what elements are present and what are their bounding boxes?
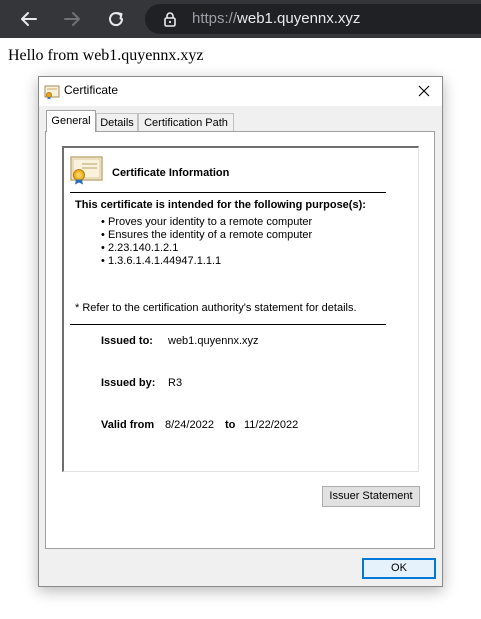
divider bbox=[70, 192, 386, 193]
purpose-item: 1.3.6.1.4.1.44947.1.1.1 bbox=[101, 255, 312, 268]
back-arrow-icon bbox=[21, 12, 37, 26]
issued-by-value: R3 bbox=[168, 377, 183, 389]
ok-button[interactable]: OK bbox=[362, 558, 436, 579]
certificate-icon bbox=[70, 156, 103, 185]
back-button[interactable] bbox=[16, 6, 42, 32]
purpose-list: Proves your identity to a remote compute… bbox=[101, 216, 312, 268]
certificate-info-frame: Certificate Information This certificate… bbox=[62, 146, 419, 472]
certificate-dialog: Certificate General Details Certificatio… bbox=[38, 76, 443, 587]
url-host: web1.quyennx.xyz bbox=[237, 10, 361, 27]
forward-arrow-icon bbox=[64, 12, 80, 26]
page-body-text: Hello from web1.quyennx.xyz bbox=[8, 47, 204, 64]
purpose-item: 2.23.140.1.2.1 bbox=[101, 242, 312, 255]
valid-from-label: Valid from bbox=[101, 419, 155, 431]
certificate-info-title: Certificate Information bbox=[112, 167, 230, 179]
tab-certification-path[interactable]: Certification Path bbox=[138, 113, 234, 132]
url-protocol: https:// bbox=[192, 10, 238, 27]
ca-statement-note: * Refer to the certification authority's… bbox=[75, 302, 357, 314]
address-bar[interactable]: https://web1.quyennx.xyz bbox=[145, 4, 481, 34]
certificate-icon bbox=[44, 85, 60, 100]
forward-button[interactable] bbox=[59, 6, 85, 32]
general-tab-panel: Certificate Information This certificate… bbox=[45, 131, 435, 549]
valid-to-label: to bbox=[225, 419, 236, 431]
purpose-heading: This certificate is intended for the fol… bbox=[75, 199, 366, 211]
dialog-title: Certificate bbox=[64, 83, 119, 97]
issuer-statement-button[interactable]: Issuer Statement bbox=[322, 486, 420, 507]
valid-to-value: 11/22/2022 bbox=[244, 419, 299, 431]
divider bbox=[70, 324, 386, 325]
reload-icon bbox=[109, 12, 124, 27]
reload-button[interactable] bbox=[103, 6, 129, 32]
purpose-item: Proves your identity to a remote compute… bbox=[101, 216, 312, 229]
close-icon bbox=[418, 85, 430, 97]
browser-toolbar: https://web1.quyennx.xyz bbox=[0, 0, 481, 38]
lock-icon[interactable] bbox=[162, 11, 178, 27]
address-url[interactable]: https://web1.quyennx.xyz bbox=[192, 10, 360, 27]
issued-by-label: Issued by: bbox=[101, 377, 156, 389]
tab-details[interactable]: Details bbox=[96, 113, 138, 132]
valid-from-value: 8/24/2022 bbox=[165, 419, 214, 431]
dialog-titlebar[interactable]: Certificate bbox=[39, 77, 442, 106]
issued-to-value: web1.quyennx.xyz bbox=[168, 335, 259, 347]
close-button[interactable] bbox=[406, 77, 442, 106]
tab-general[interactable]: General bbox=[46, 110, 96, 132]
issued-to-label: Issued to: bbox=[101, 335, 153, 347]
purpose-item: Ensures the identity of a remote compute… bbox=[101, 229, 312, 242]
